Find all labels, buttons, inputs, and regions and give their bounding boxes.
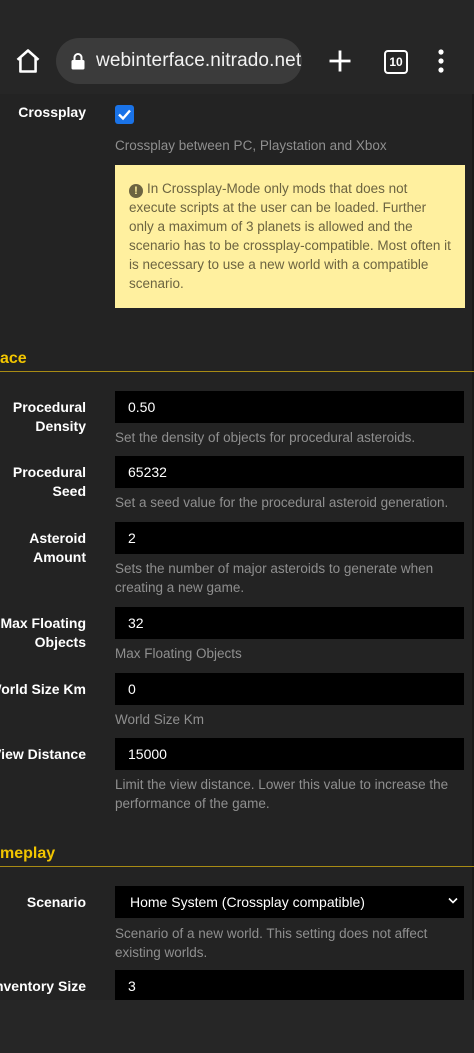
procedural-seed-input[interactable]: 65232 bbox=[115, 456, 464, 488]
scenario-description: Scenario of a new world. This setting do… bbox=[115, 926, 428, 960]
address-bar[interactable]: webinterface.nitrado.net bbox=[56, 38, 302, 84]
tab-count: 10 bbox=[389, 55, 403, 69]
scenario-selected-value: Home System (Crossplay compatible) bbox=[130, 894, 365, 910]
view-distance-input[interactable]: 15000 bbox=[115, 738, 464, 770]
section-title-space: ace bbox=[0, 350, 27, 367]
max-floating-objects-input[interactable]: 32 bbox=[115, 607, 464, 639]
scenario-label: Scenario bbox=[26, 894, 86, 910]
more-menu-icon[interactable] bbox=[436, 48, 446, 74]
tab-switcher-button[interactable]: 10 bbox=[384, 50, 408, 74]
view-distance-label: View Distance bbox=[0, 746, 86, 762]
max-floating-objects-description: Max Floating Objects bbox=[115, 646, 242, 661]
section-title-gameplay: meplay bbox=[0, 845, 56, 862]
inventory-size-label: Inventory Size bbox=[0, 978, 86, 994]
procedural-density-input[interactable]: 0.50 bbox=[115, 391, 464, 423]
procedural-density-description: Set the density of objects for procedura… bbox=[115, 430, 416, 445]
max-floating-objects-label: Max Floating Objects bbox=[0, 615, 86, 650]
home-icon[interactable] bbox=[14, 47, 42, 75]
asteroid-amount-input[interactable]: 2 bbox=[115, 522, 464, 554]
world-size-km-label: World Size Km bbox=[0, 681, 86, 697]
browser-toolbar: webinterface.nitrado.net 10 bbox=[0, 0, 474, 94]
crossplay-description: Crossplay between PC, Playstation and Xb… bbox=[115, 138, 387, 153]
procedural-seed-description: Set a seed value for the procedural aste… bbox=[115, 495, 449, 510]
new-tab-icon[interactable] bbox=[326, 47, 354, 75]
section-divider bbox=[0, 371, 474, 372]
settings-panel: Crossplay Crossplay between PC, Playstat… bbox=[0, 94, 474, 1000]
world-size-km-description: World Size Km bbox=[115, 712, 205, 727]
url-text: webinterface.nitrado.net bbox=[96, 50, 302, 71]
world-size-km-input[interactable]: 0 bbox=[115, 673, 464, 705]
view-distance-description: Limit the view distance. Lower this valu… bbox=[115, 777, 449, 811]
section-divider bbox=[0, 866, 474, 867]
asteroid-amount-label: Asteroid Amount bbox=[29, 530, 86, 565]
procedural-density-label: Procedural Density bbox=[12, 399, 86, 434]
crossplay-warning-text: In Crossplay-Mode only mods that does no… bbox=[129, 181, 451, 291]
crossplay-warning: ! In Crossplay-Mode only mods that does n… bbox=[115, 165, 465, 308]
bottom-system-bar bbox=[0, 1000, 474, 1053]
inventory-size-input[interactable]: 3 bbox=[115, 970, 464, 1000]
procedural-seed-label: Procedural Seed bbox=[12, 464, 86, 499]
scenario-select[interactable]: Home System (Crossplay compatible) bbox=[115, 886, 464, 918]
crossplay-label: Crossplay bbox=[18, 104, 86, 120]
asteroid-amount-description: Sets the number of major asteroids to ge… bbox=[115, 561, 434, 595]
warning-icon: ! bbox=[129, 184, 143, 198]
checkmark-icon bbox=[118, 109, 131, 121]
crossplay-checkbox[interactable] bbox=[115, 105, 134, 124]
chevron-down-icon bbox=[448, 897, 458, 904]
lock-icon bbox=[71, 53, 85, 70]
